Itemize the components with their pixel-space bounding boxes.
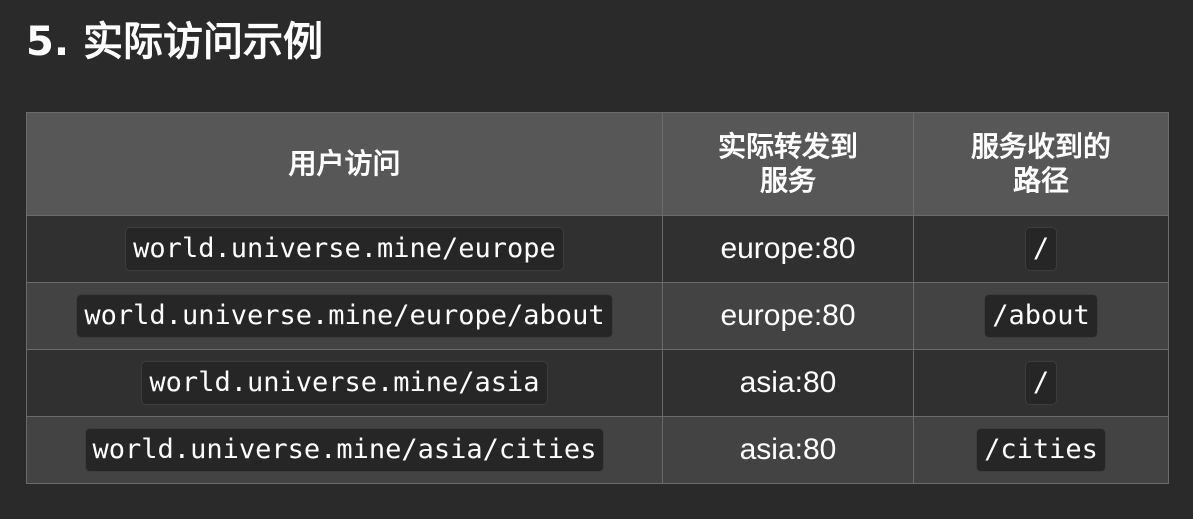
table-row: world.universe.mine/asia/cities asia:80 … — [26, 416, 1169, 484]
header-forwarded-service-label: 实际转发到服务 — [717, 130, 858, 197]
service-cell: europe:80 — [662, 215, 914, 283]
url-cell: world.universe.mine/asia — [26, 349, 663, 417]
path-cell: /about — [913, 282, 1169, 350]
path-code: /cities — [976, 428, 1106, 472]
table-header-row: 用户访问 实际转发到服务 服务收到的路径 — [26, 112, 1169, 216]
url-code: world.universe.mine/asia/cities — [84, 428, 605, 472]
service-text: europe:80 — [720, 232, 856, 265]
service-cell: europe:80 — [662, 282, 914, 350]
page-title: 5. 实际访问示例 — [26, 19, 323, 65]
path-code: / — [1024, 227, 1058, 271]
url-cell: world.universe.mine/europe/about — [26, 282, 663, 350]
service-cell: asia:80 — [662, 416, 914, 484]
service-text: asia:80 — [739, 366, 837, 399]
routing-examples-table: 用户访问 实际转发到服务 服务收到的路径 world.universe.mine… — [26, 112, 1169, 484]
header-forwarded-service: 实际转发到服务 — [662, 112, 914, 216]
url-code: world.universe.mine/europe/about — [76, 294, 613, 338]
header-user-access: 用户访问 — [26, 112, 663, 216]
table-row: world.universe.mine/asia asia:80 / — [26, 349, 1169, 417]
header-user-access-label: 用户访问 — [288, 147, 401, 180]
table-row: world.universe.mine/europe europe:80 / — [26, 215, 1169, 283]
path-code: / — [1024, 361, 1058, 405]
url-code: world.universe.mine/europe — [125, 227, 564, 271]
path-cell: / — [913, 349, 1169, 417]
service-text: asia:80 — [739, 433, 837, 466]
header-received-path: 服务收到的路径 — [913, 112, 1169, 216]
url-cell: world.universe.mine/asia/cities — [26, 416, 663, 484]
path-cell: / — [913, 215, 1169, 283]
header-received-path-label: 服务收到的路径 — [970, 130, 1111, 197]
service-cell: asia:80 — [662, 349, 914, 417]
url-code: world.universe.mine/asia — [141, 361, 548, 405]
table-row: world.universe.mine/europe/about europe:… — [26, 282, 1169, 350]
path-cell: /cities — [913, 416, 1169, 484]
url-cell: world.universe.mine/europe — [26, 215, 663, 283]
path-code: /about — [984, 294, 1098, 338]
service-text: europe:80 — [720, 299, 856, 332]
